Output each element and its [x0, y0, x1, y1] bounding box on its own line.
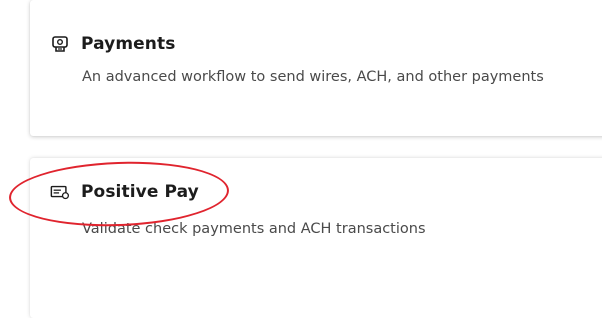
payments-icon [50, 34, 70, 54]
positive-pay-title: Positive Pay [81, 182, 199, 202]
payments-title-row[interactable]: Payments [50, 34, 175, 54]
payments-description: An advanced workflow to send wires, ACH,… [82, 69, 544, 85]
positive-pay-title-row[interactable]: Positive Pay [50, 182, 199, 202]
payments-title: Payments [81, 34, 176, 54]
positive-pay-description: Validate check payments and ACH transact… [82, 221, 426, 237]
positive-pay-icon [50, 182, 70, 202]
